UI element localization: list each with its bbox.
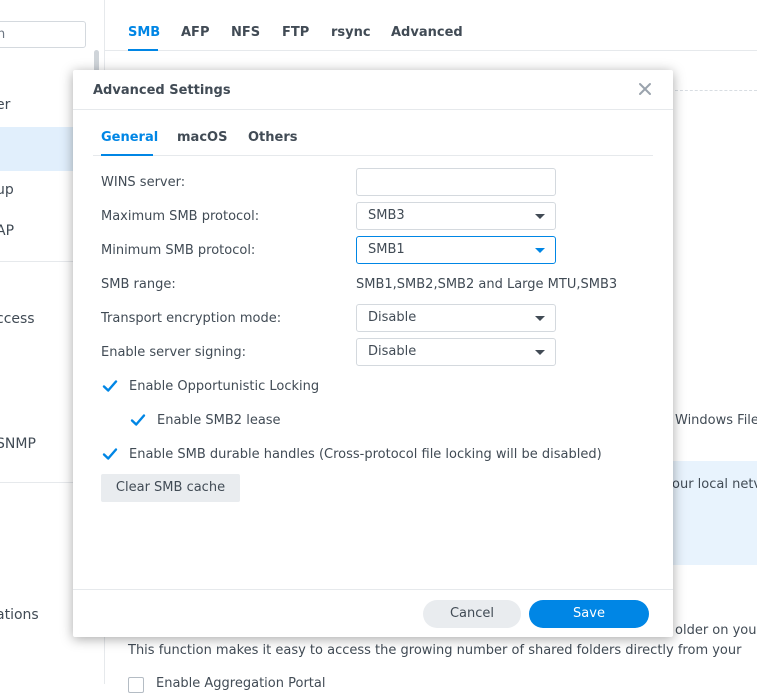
chevron-down-icon	[535, 350, 545, 355]
sidebar-item[interactable]: AP	[0, 223, 14, 239]
tab-nfs[interactable]: NFS	[231, 25, 260, 40]
server-signing-value: Disable	[368, 344, 417, 359]
background-dashed-line	[675, 90, 757, 91]
sidebar-item[interactable]: ccess	[0, 311, 35, 327]
dialog-title: Advanced Settings	[93, 83, 231, 98]
smb2-lease-checkbox[interactable]	[129, 411, 147, 429]
aggregation-checkbox[interactable]	[128, 677, 144, 693]
background-text: This function makes it easy to access th…	[128, 643, 742, 658]
dialog-tabs-divider	[93, 155, 653, 156]
cancel-button[interactable]: Cancel	[423, 600, 521, 628]
chevron-down-icon	[535, 214, 545, 219]
advanced-settings-dialog: Advanced Settings General macOS Others W…	[73, 70, 673, 637]
max-smb-value: SMB3	[368, 208, 405, 223]
min-smb-value: SMB1	[368, 242, 405, 257]
max-smb-label: Maximum SMB protocol:	[101, 209, 260, 224]
tab-rsync[interactable]: rsync	[331, 25, 371, 40]
tab-smb[interactable]: SMB	[128, 25, 160, 40]
durable-handles-label: Enable SMB durable handles (Cross-protoc…	[129, 447, 602, 462]
sidebar-item[interactable]: ations	[0, 607, 39, 623]
encryption-mode-label: Transport encryption mode:	[101, 311, 282, 326]
close-icon[interactable]	[636, 80, 654, 98]
sidebar-item[interactable]: up	[0, 182, 14, 198]
tab-afp[interactable]: AFP	[181, 25, 209, 40]
encryption-mode-value: Disable	[368, 310, 417, 325]
min-smb-label: Minimum SMB protocol:	[101, 243, 256, 258]
smb-range-value: SMB1,SMB2,SMB2 and Large MTU,SMB3	[356, 277, 618, 292]
active-tab-underline	[101, 154, 153, 156]
sidebar-item[interactable]: er	[0, 97, 10, 113]
smb-range-label: SMB range:	[101, 277, 176, 292]
save-button[interactable]: Save	[529, 600, 649, 628]
sidebar-item[interactable]: SNMP	[0, 436, 36, 452]
tabs-divider	[104, 50, 757, 51]
tab-advanced[interactable]: Advanced	[391, 25, 463, 40]
search-input[interactable]: h	[0, 21, 86, 48]
tab-macos[interactable]: macOS	[177, 130, 227, 145]
smb2-lease-label: Enable SMB2 lease	[157, 413, 281, 428]
active-tab-underline	[128, 49, 158, 51]
background-text: our local netv	[672, 477, 757, 492]
chevron-down-icon	[535, 316, 545, 321]
durable-handles-checkbox[interactable]	[101, 445, 119, 463]
search-placeholder: h	[0, 27, 6, 42]
wins-server-input[interactable]	[356, 168, 556, 196]
tab-ftp[interactable]: FTP	[282, 25, 309, 40]
dialog-header-divider	[73, 109, 673, 110]
encryption-mode-select[interactable]: Disable	[356, 304, 556, 332]
server-signing-select[interactable]: Disable	[356, 338, 556, 366]
max-smb-select[interactable]: SMB3	[356, 202, 556, 230]
chevron-down-icon	[535, 248, 545, 253]
background-text: older on your	[675, 623, 757, 638]
server-signing-label: Enable server signing:	[101, 345, 247, 360]
wins-server-label: WINS server:	[101, 175, 186, 190]
background-text: Windows File	[675, 413, 757, 428]
oplock-label: Enable Opportunistic Locking	[129, 379, 320, 394]
clear-smb-cache-button[interactable]: Clear SMB cache	[101, 474, 240, 502]
tab-others[interactable]: Others	[248, 130, 298, 145]
min-smb-select[interactable]: SMB1	[356, 236, 556, 264]
tab-general[interactable]: General	[101, 130, 158, 145]
oplock-checkbox[interactable]	[101, 377, 119, 395]
dialog-footer-divider	[73, 589, 673, 590]
